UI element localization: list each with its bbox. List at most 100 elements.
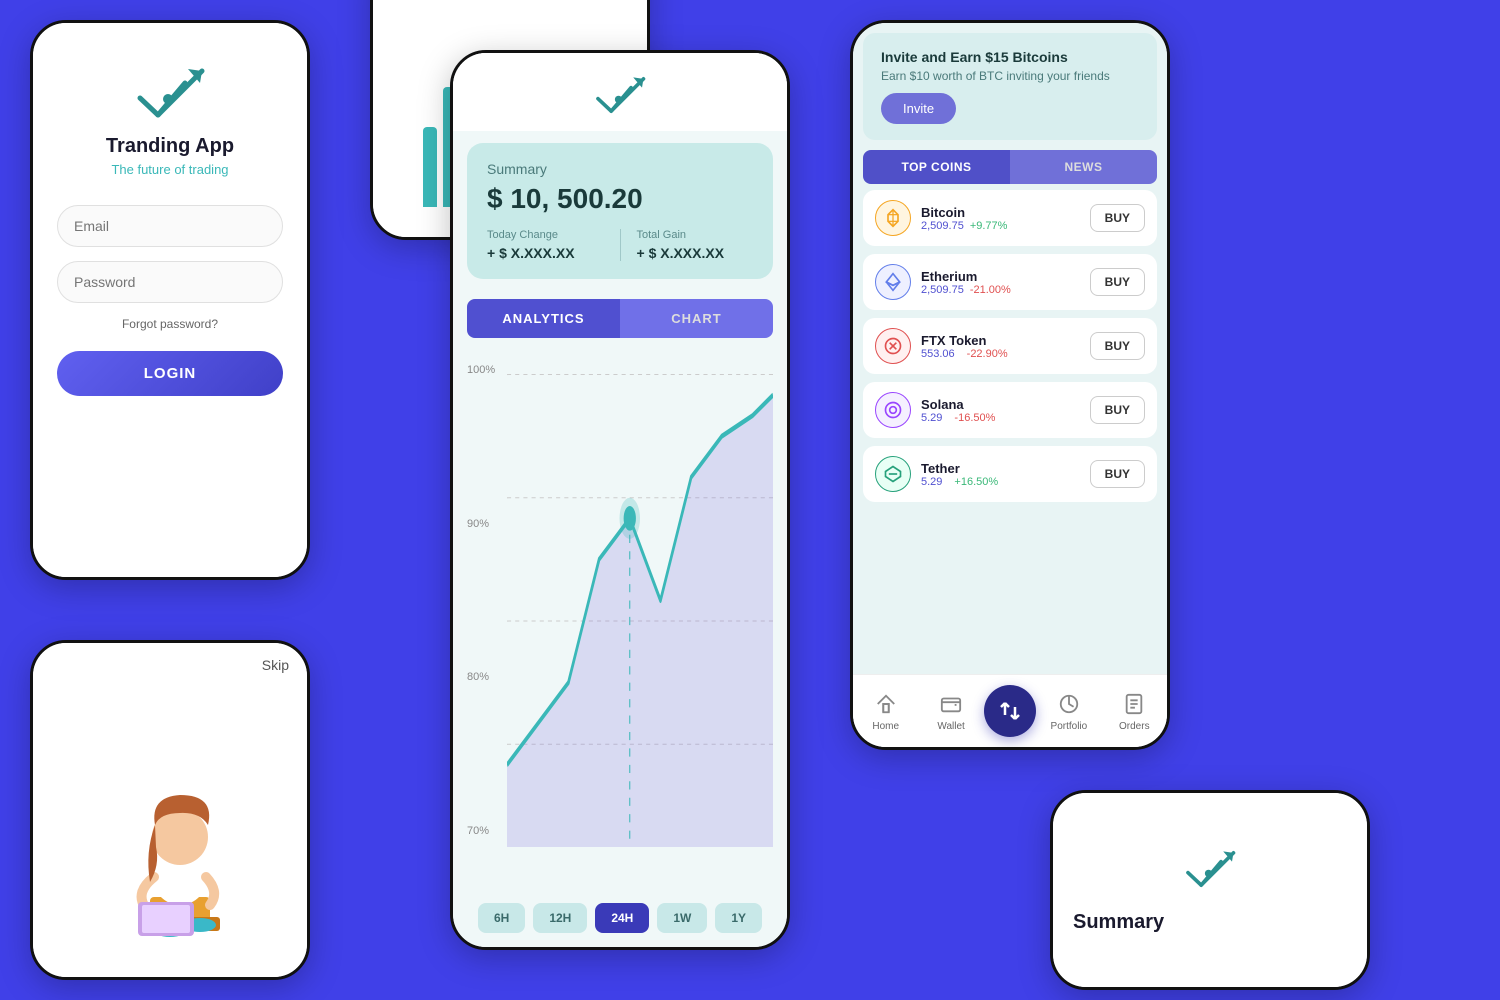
home-icon: [872, 690, 900, 718]
tab-analytics[interactable]: ANALYTICS: [467, 299, 620, 338]
tether-buy-button[interactable]: BUY: [1090, 460, 1145, 488]
solana-buy-button[interactable]: BUY: [1090, 396, 1145, 424]
time-btn-1y[interactable]: 1Y: [715, 903, 762, 933]
solana-name: Solana: [921, 397, 1090, 412]
total-gain-value: + $ X.XXX.XX: [637, 245, 754, 261]
home-label: Home: [872, 721, 899, 732]
total-gain-label: Total Gain: [637, 229, 754, 241]
main-canvas: Tranding App The future of trading Forgo…: [0, 0, 1500, 1000]
ftx-name: FTX Token: [921, 333, 1090, 348]
orders-icon: [1120, 690, 1148, 718]
password-field[interactable]: [57, 261, 283, 303]
phone-login: Tranding App The future of trading Forgo…: [30, 20, 310, 580]
solana-change: -16.50%: [954, 412, 995, 424]
summary-label: Summary: [487, 161, 753, 177]
today-change-label: Today Change: [487, 229, 604, 241]
coin-item-tether: Tether 5.29 +16.50% BUY: [863, 446, 1157, 502]
etherium-name: Etherium: [921, 269, 1090, 284]
y-label-70: 70%: [467, 825, 495, 837]
summary-amount: $ 10, 500.20: [487, 183, 753, 215]
bitcoin-icon: [875, 200, 911, 236]
wallet-icon: [937, 690, 965, 718]
etherium-info: Etherium 2,509.75 -21.00%: [921, 269, 1090, 296]
bitcoin-name: Bitcoin: [921, 205, 1090, 220]
bar-1: [423, 127, 437, 207]
tether-icon: [875, 456, 911, 492]
today-change-value: + $ X.XXX.XX: [487, 245, 604, 261]
coins-tabs: TOP COINS NEWS: [863, 150, 1157, 184]
woman-svg: [60, 707, 280, 967]
coin-list: Bitcoin 2,509.75 +9.77% BUY Etherium: [853, 190, 1167, 674]
nav-wallet[interactable]: Wallet: [918, 690, 983, 732]
invite-button[interactable]: Invite: [881, 93, 956, 124]
coin-item-bitcoin: Bitcoin 2,509.75 +9.77% BUY: [863, 190, 1157, 246]
nav-center[interactable]: [984, 685, 1036, 737]
tab-top-coins[interactable]: TOP COINS: [863, 150, 1010, 184]
time-btn-12h[interactable]: 12H: [533, 903, 587, 933]
app-title: Tranding App: [106, 135, 234, 158]
summary-bottom-label: Summary: [1073, 911, 1164, 934]
tether-name: Tether: [921, 461, 1090, 476]
summary-card: Summary $ 10, 500.20 Today Change + $ X.…: [467, 143, 773, 279]
bitcoin-buy-button[interactable]: BUY: [1090, 204, 1145, 232]
chart-y-labels: 100% 90% 80% 70%: [467, 354, 495, 847]
ftx-info: FTX Token 553.06 -22.90%: [921, 333, 1090, 360]
total-gain-stat: Total Gain + $ X.XXX.XX: [637, 229, 754, 261]
main-header: [453, 53, 787, 131]
ftx-change: -22.90%: [967, 348, 1008, 360]
etherium-buy-button[interactable]: BUY: [1090, 268, 1145, 296]
ftx-price: 553.06: [921, 348, 955, 360]
stats-divider: [620, 229, 621, 261]
bottom-nav: Home Wallet Portfolio: [853, 674, 1167, 747]
woman-illustration: [33, 643, 307, 977]
time-btn-24h[interactable]: 24H: [595, 903, 649, 933]
skip-button[interactable]: Skip: [262, 657, 289, 673]
time-buttons: 6H 12H 24H 1W 1Y: [467, 903, 773, 933]
portfolio-icon: [1055, 690, 1083, 718]
coin-item-solana: Solana 5.29 -16.50% BUY: [863, 382, 1157, 438]
line-chart: [507, 354, 773, 847]
time-btn-1w[interactable]: 1W: [657, 903, 707, 933]
logo-area: Tranding App The future of trading: [106, 63, 234, 177]
solana-icon: [875, 392, 911, 428]
phone-crypto: Invite and Earn $15 Bitcoins Earn $10 wo…: [850, 20, 1170, 750]
email-field[interactable]: [57, 205, 283, 247]
nav-home[interactable]: Home: [853, 690, 918, 732]
main-logo: [590, 73, 650, 117]
login-button[interactable]: LOGIN: [57, 351, 283, 396]
analytics-tabs: ANALYTICS CHART: [467, 299, 773, 338]
tab-chart[interactable]: CHART: [620, 299, 773, 338]
coin-item-etherium: Etherium 2,509.75 -21.00% BUY: [863, 254, 1157, 310]
forgot-password-link[interactable]: Forgot password?: [122, 317, 218, 331]
time-btn-6h[interactable]: 6H: [478, 903, 525, 933]
swap-button[interactable]: [984, 685, 1036, 737]
summary-logo: [1180, 847, 1240, 891]
tab-news[interactable]: NEWS: [1010, 150, 1157, 184]
bitcoin-info: Bitcoin 2,509.75 +9.77%: [921, 205, 1090, 232]
bitcoin-change: +9.77%: [970, 220, 1008, 232]
ftx-icon: [875, 328, 911, 364]
today-change-stat: Today Change + $ X.XXX.XX: [487, 229, 604, 261]
nav-portfolio[interactable]: Portfolio: [1036, 690, 1101, 732]
phone-woman: Skip: [30, 640, 310, 980]
y-label-100: 100%: [467, 364, 495, 376]
phone-summary: Summary: [1050, 790, 1370, 990]
portfolio-label: Portfolio: [1051, 721, 1088, 732]
tether-info: Tether 5.29 +16.50%: [921, 461, 1090, 488]
nav-orders[interactable]: Orders: [1102, 690, 1167, 732]
etherium-icon: [875, 264, 911, 300]
y-label-80: 80%: [467, 671, 495, 683]
solana-info: Solana 5.29 -16.50%: [921, 397, 1090, 424]
app-subtitle: The future of trading: [111, 162, 228, 177]
etherium-price: 2,509.75: [921, 284, 964, 296]
invite-title: Invite and Earn $15 Bitcoins: [881, 49, 1139, 65]
chart-area: 100% 90% 80% 70%: [467, 354, 773, 887]
app-logo: [130, 63, 210, 123]
solana-price: 5.29: [921, 412, 942, 424]
bitcoin-price: 2,509.75: [921, 220, 964, 232]
y-label-90: 90%: [467, 518, 495, 530]
coin-item-ftx: FTX Token 553.06 -22.90% BUY: [863, 318, 1157, 374]
ftx-buy-button[interactable]: BUY: [1090, 332, 1145, 360]
tether-change: +16.50%: [954, 476, 998, 488]
invite-banner: Invite and Earn $15 Bitcoins Earn $10 wo…: [863, 33, 1157, 140]
